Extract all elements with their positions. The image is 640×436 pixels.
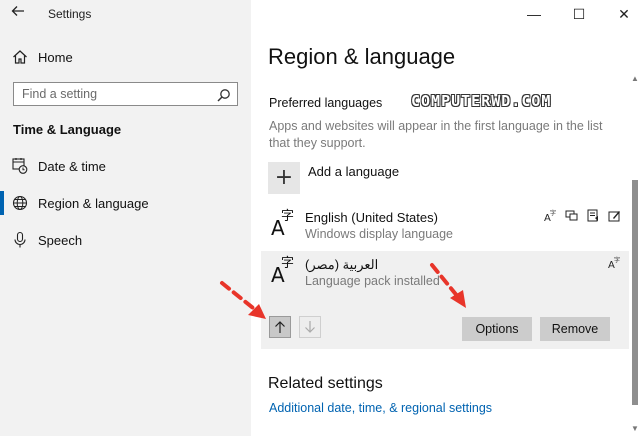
language-features: A字 xyxy=(540,209,621,224)
speech-icon xyxy=(565,210,578,221)
add-language-button[interactable]: + Add a language xyxy=(268,162,468,194)
language-icon: A字 xyxy=(271,256,295,287)
window-controls: — ☐ ✕ xyxy=(510,0,640,28)
watermark: COMPUTERWD.COM xyxy=(411,92,552,110)
arrow-up-icon xyxy=(275,321,285,333)
additional-regional-settings-link[interactable]: Additional date, time, & regional settin… xyxy=(269,401,492,415)
svg-text:字: 字 xyxy=(614,256,620,264)
home-label: Home xyxy=(38,50,73,65)
search-icon[interactable] xyxy=(217,88,231,102)
sidebar-item-label: Region & language xyxy=(38,196,149,211)
home-icon xyxy=(12,49,28,65)
sidebar-item-date-time[interactable]: Date & time xyxy=(0,151,251,181)
preferred-languages-description: Apps and websites will appear in the fir… xyxy=(269,119,603,150)
display-language-icon: A字 xyxy=(608,256,620,271)
language-item-arabic[interactable]: A字 العربية (مصر) Language pack installed… xyxy=(261,251,629,349)
globe-icon xyxy=(12,194,28,212)
display-language-icon: A字 xyxy=(544,209,556,224)
selection-indicator xyxy=(0,191,4,215)
scroll-thumb[interactable] xyxy=(632,180,638,405)
app-title: Settings xyxy=(48,7,92,21)
handwriting-icon xyxy=(608,211,620,222)
back-arrow-icon[interactable] xyxy=(8,4,28,22)
settings-sidebar: Settings Home Time & Language Date & tim… xyxy=(0,0,251,436)
language-status: Windows display language xyxy=(305,227,454,241)
scroll-up-icon[interactable]: ▲ xyxy=(631,74,639,83)
language-status: Language pack installed xyxy=(305,274,440,288)
language-features: A字 xyxy=(604,256,621,271)
related-settings-heading: Related settings xyxy=(268,375,383,392)
page-title: Region & language xyxy=(268,44,456,69)
maximize-button[interactable]: ☐ xyxy=(567,4,591,24)
plus-icon: + xyxy=(268,162,300,194)
calendar-clock-icon xyxy=(12,157,28,175)
move-up-button[interactable] xyxy=(269,316,291,338)
preferred-languages-heading: Preferred languages xyxy=(269,96,383,110)
scrollbar[interactable]: ▲ ▼ xyxy=(629,28,640,436)
microphone-icon xyxy=(12,231,28,249)
move-down-button[interactable] xyxy=(299,316,321,338)
section-heading: Time & Language xyxy=(13,122,122,137)
language-item-english[interactable]: A字 English (United States) Windows displ… xyxy=(261,204,629,250)
add-language-label: Add a language xyxy=(308,164,400,179)
arrow-down-icon xyxy=(305,321,315,333)
minimize-button[interactable]: — xyxy=(522,4,546,24)
remove-button[interactable]: Remove xyxy=(540,317,610,341)
tts-icon xyxy=(587,209,598,222)
options-button[interactable]: Options xyxy=(462,317,532,341)
language-name: English (United States) xyxy=(305,210,438,225)
language-name: العربية (مصر) xyxy=(305,257,379,272)
svg-text:字: 字 xyxy=(550,209,556,217)
search-input[interactable] xyxy=(22,86,202,102)
search-box[interactable] xyxy=(13,82,238,106)
titlebar-left: Settings xyxy=(0,0,251,28)
sidebar-item-label: Speech xyxy=(38,233,83,248)
language-icon: A字 xyxy=(271,209,295,240)
sidebar-item-label: Date & time xyxy=(38,159,106,174)
scroll-down-icon[interactable]: ▼ xyxy=(631,424,639,433)
sidebar-item-region-language[interactable]: Region & language xyxy=(0,188,251,218)
sidebar-item-home[interactable]: Home xyxy=(0,44,251,72)
close-button[interactable]: ✕ xyxy=(612,4,636,24)
sidebar-item-speech[interactable]: Speech xyxy=(0,225,251,255)
content-pane: — ☐ ✕ Region & language Preferred langua… xyxy=(251,0,640,436)
